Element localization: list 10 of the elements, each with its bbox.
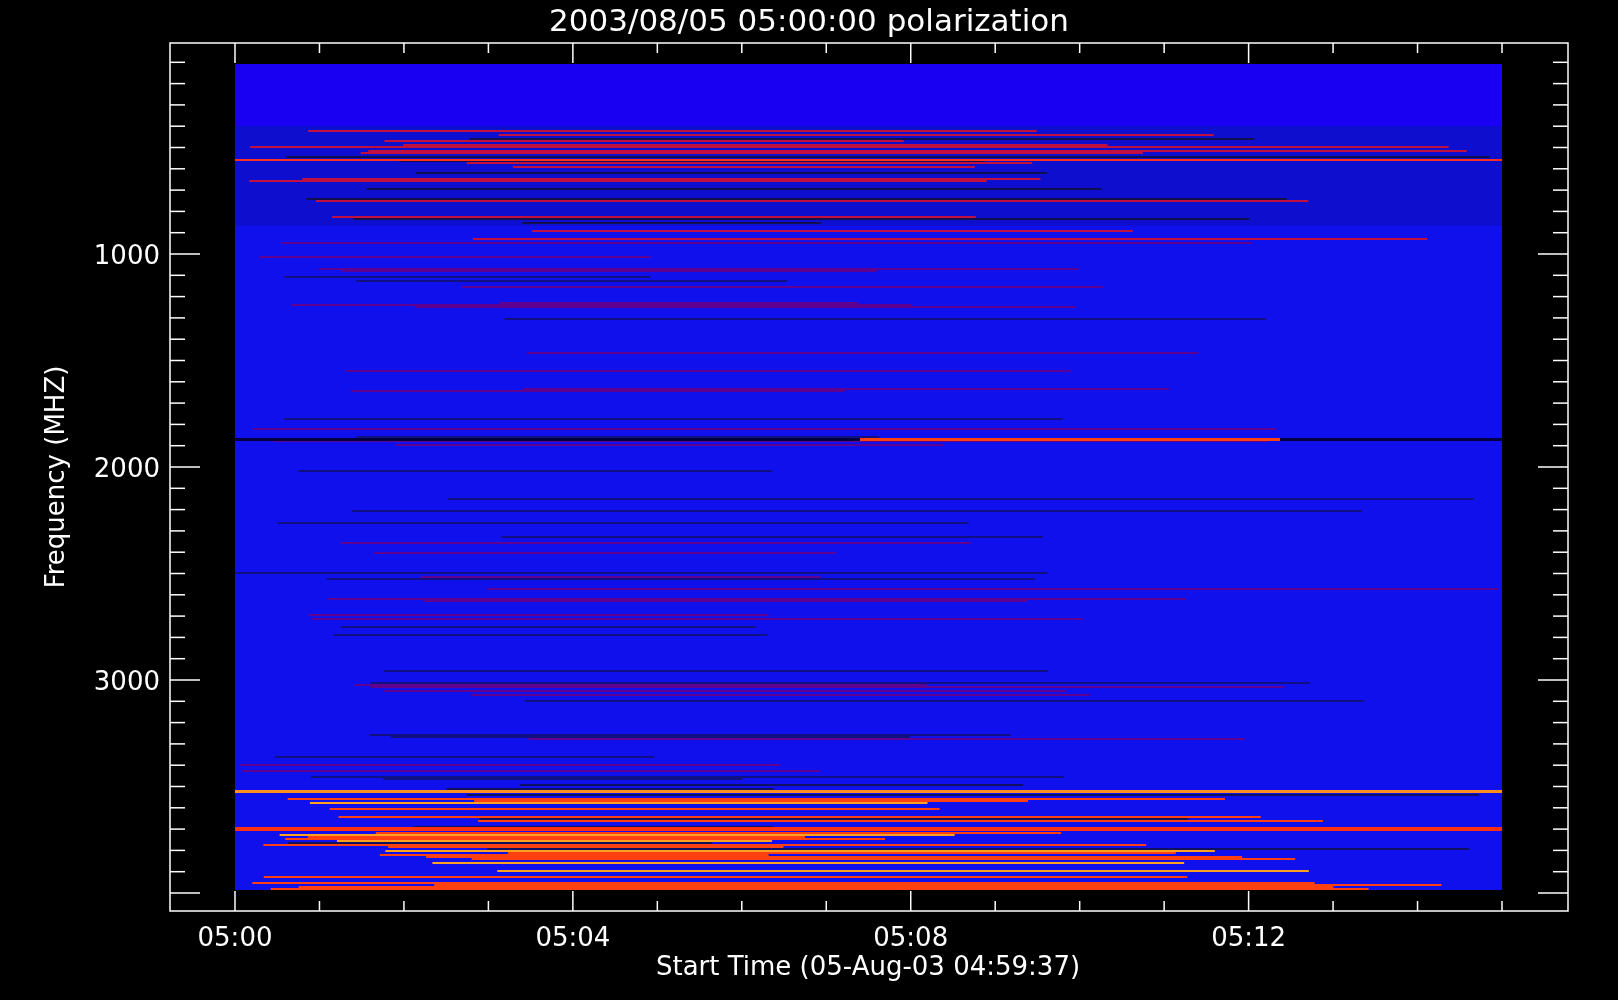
tick-label: 2000 bbox=[93, 453, 160, 483]
tick-label: 05:08 bbox=[873, 922, 949, 952]
plot-title: 2003/08/05 05:00:00 polarization bbox=[549, 2, 1069, 38]
tick-label: 3000 bbox=[93, 666, 160, 696]
tick-label: 1000 bbox=[93, 240, 160, 270]
axis-title: Frequency (MHZ) bbox=[40, 365, 70, 589]
tick-label: 05:12 bbox=[1211, 922, 1287, 952]
tick-label: 05:00 bbox=[197, 922, 273, 952]
axis-title: Start Time (05-Aug-03 04:59:37) bbox=[655, 951, 1081, 981]
tick-label: 05:04 bbox=[535, 922, 611, 952]
